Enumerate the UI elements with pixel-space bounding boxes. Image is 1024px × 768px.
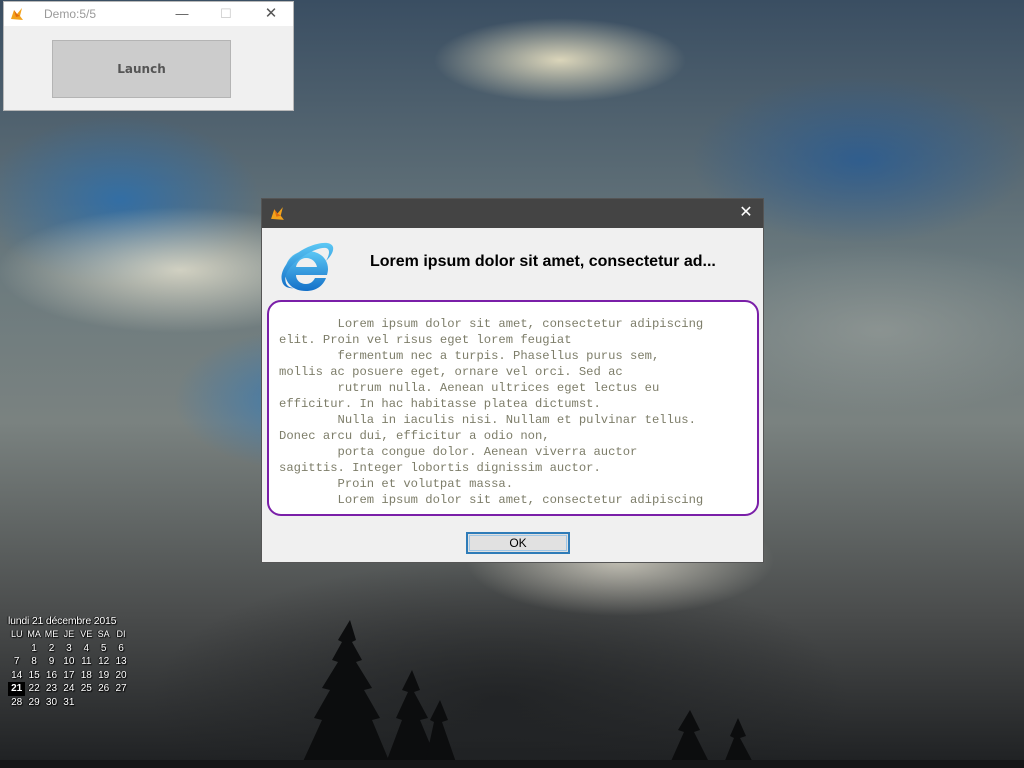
calendar-day: 24 xyxy=(63,683,75,694)
dialog-titlebar[interactable]: ✕ xyxy=(262,199,763,228)
calendar-weekday-header: LU MA ME JE VE SA DI xyxy=(8,628,130,642)
calendar-day: 18 xyxy=(80,669,92,681)
calendar-day: 27 xyxy=(115,683,127,694)
calendar-day: 25 xyxy=(80,683,92,694)
calendar-day: 14 xyxy=(11,669,23,681)
calendar-day: 20 xyxy=(115,669,127,681)
calendar-day: 12 xyxy=(98,656,110,667)
calendar-date-title: lundi 21 décembre 2015 xyxy=(8,615,117,627)
calendar-day: 16 xyxy=(45,669,58,681)
calendar-week-row: 14 15 16 17 18 19 20 xyxy=(8,669,130,683)
calendar-day: 3 xyxy=(66,642,72,654)
launcher-title: Demo:5/5 xyxy=(44,7,97,21)
calendar-day: 10 xyxy=(63,656,75,667)
calendar-day: 22 xyxy=(28,683,40,694)
calendar-day: 2 xyxy=(48,642,55,654)
calendar-day: 28 xyxy=(11,696,23,708)
calendar-day xyxy=(95,696,112,710)
close-icon[interactable]: ✕ xyxy=(735,202,757,224)
calendar-day xyxy=(78,696,95,710)
calendar-day: 26 xyxy=(98,683,110,694)
weekday-label: LU xyxy=(10,629,23,639)
internet-explorer-icon xyxy=(281,242,334,291)
launcher-titlebar[interactable]: Demo:5/5 — ☐ ✕ xyxy=(4,2,293,26)
launch-button[interactable]: Launch xyxy=(52,40,231,98)
calendar-day: 23 xyxy=(45,683,58,694)
weekday-label: SA xyxy=(97,629,110,639)
maximize-icon[interactable]: ☐ xyxy=(206,4,246,24)
calendar-day: 11 xyxy=(81,656,92,667)
demo-launcher-window: Demo:5/5 — ☐ ✕ Launch xyxy=(3,1,294,111)
minimize-icon[interactable]: — xyxy=(162,4,202,24)
message-textbox[interactable]: Lorem ipsum dolor sit amet, consectetur … xyxy=(267,300,759,516)
weekday-label: ME xyxy=(44,629,59,639)
calendar-week-row: 7 8 9 10 11 12 13 xyxy=(8,655,130,669)
calendar-day: 8 xyxy=(31,656,37,667)
calendar-day: 29 xyxy=(28,696,40,708)
weekday-label: DI xyxy=(116,629,126,639)
app-fox-icon xyxy=(271,207,284,220)
calendar-day: 1 xyxy=(31,642,37,654)
calendar-week-row: 123456 xyxy=(8,642,130,656)
calendar-day xyxy=(8,642,25,656)
calendar-day: 17 xyxy=(63,669,75,681)
calendar-day: 13 xyxy=(115,656,127,667)
weekday-label: VE xyxy=(80,629,93,639)
calendar-day: 15 xyxy=(28,669,40,681)
calendar-day: 30 xyxy=(45,696,58,708)
calendar-day xyxy=(112,696,129,710)
desktop-calendar: lundi 21 décembre 2015 LU MA ME JE VE SA… xyxy=(8,615,130,709)
calendar-day: 5 xyxy=(100,642,107,654)
app-fox-icon xyxy=(11,8,23,20)
message-body-text: Lorem ipsum dolor sit amet, consectetur … xyxy=(279,317,704,507)
weekday-label: JE xyxy=(63,629,75,639)
calendar-day: 4 xyxy=(83,642,90,654)
weekday-label: MA xyxy=(27,629,41,639)
calendar-day: 7 xyxy=(13,656,20,667)
calendar-day: 31 xyxy=(63,696,75,708)
calendar-day: 19 xyxy=(98,669,110,681)
ok-button[interactable]: OK xyxy=(466,532,570,554)
calendar-week-row: 21 22 23 24 25 26 27 xyxy=(8,682,130,696)
calendar-day: 6 xyxy=(118,642,124,654)
calendar-grid: 1 2 3 4 5 6 7 8 9 10 11 12 13 14 15 16 17 18 19 20 21 22 23 24 2… xyxy=(8,642,130,710)
wallpaper-trees xyxy=(0,620,1024,768)
close-icon[interactable]: ✕ xyxy=(251,4,291,24)
message-dialog: ✕ Lorem ipsum dolor sit amet, consectetu… xyxy=(261,198,764,563)
dialog-heading: Lorem ipsum dolor sit amet, consectetur … xyxy=(370,253,716,270)
calendar-week-row: 28 29 30 31 xyxy=(8,696,130,710)
calendar-day: 9 xyxy=(48,656,55,667)
calendar-day: 21 xyxy=(8,682,26,696)
